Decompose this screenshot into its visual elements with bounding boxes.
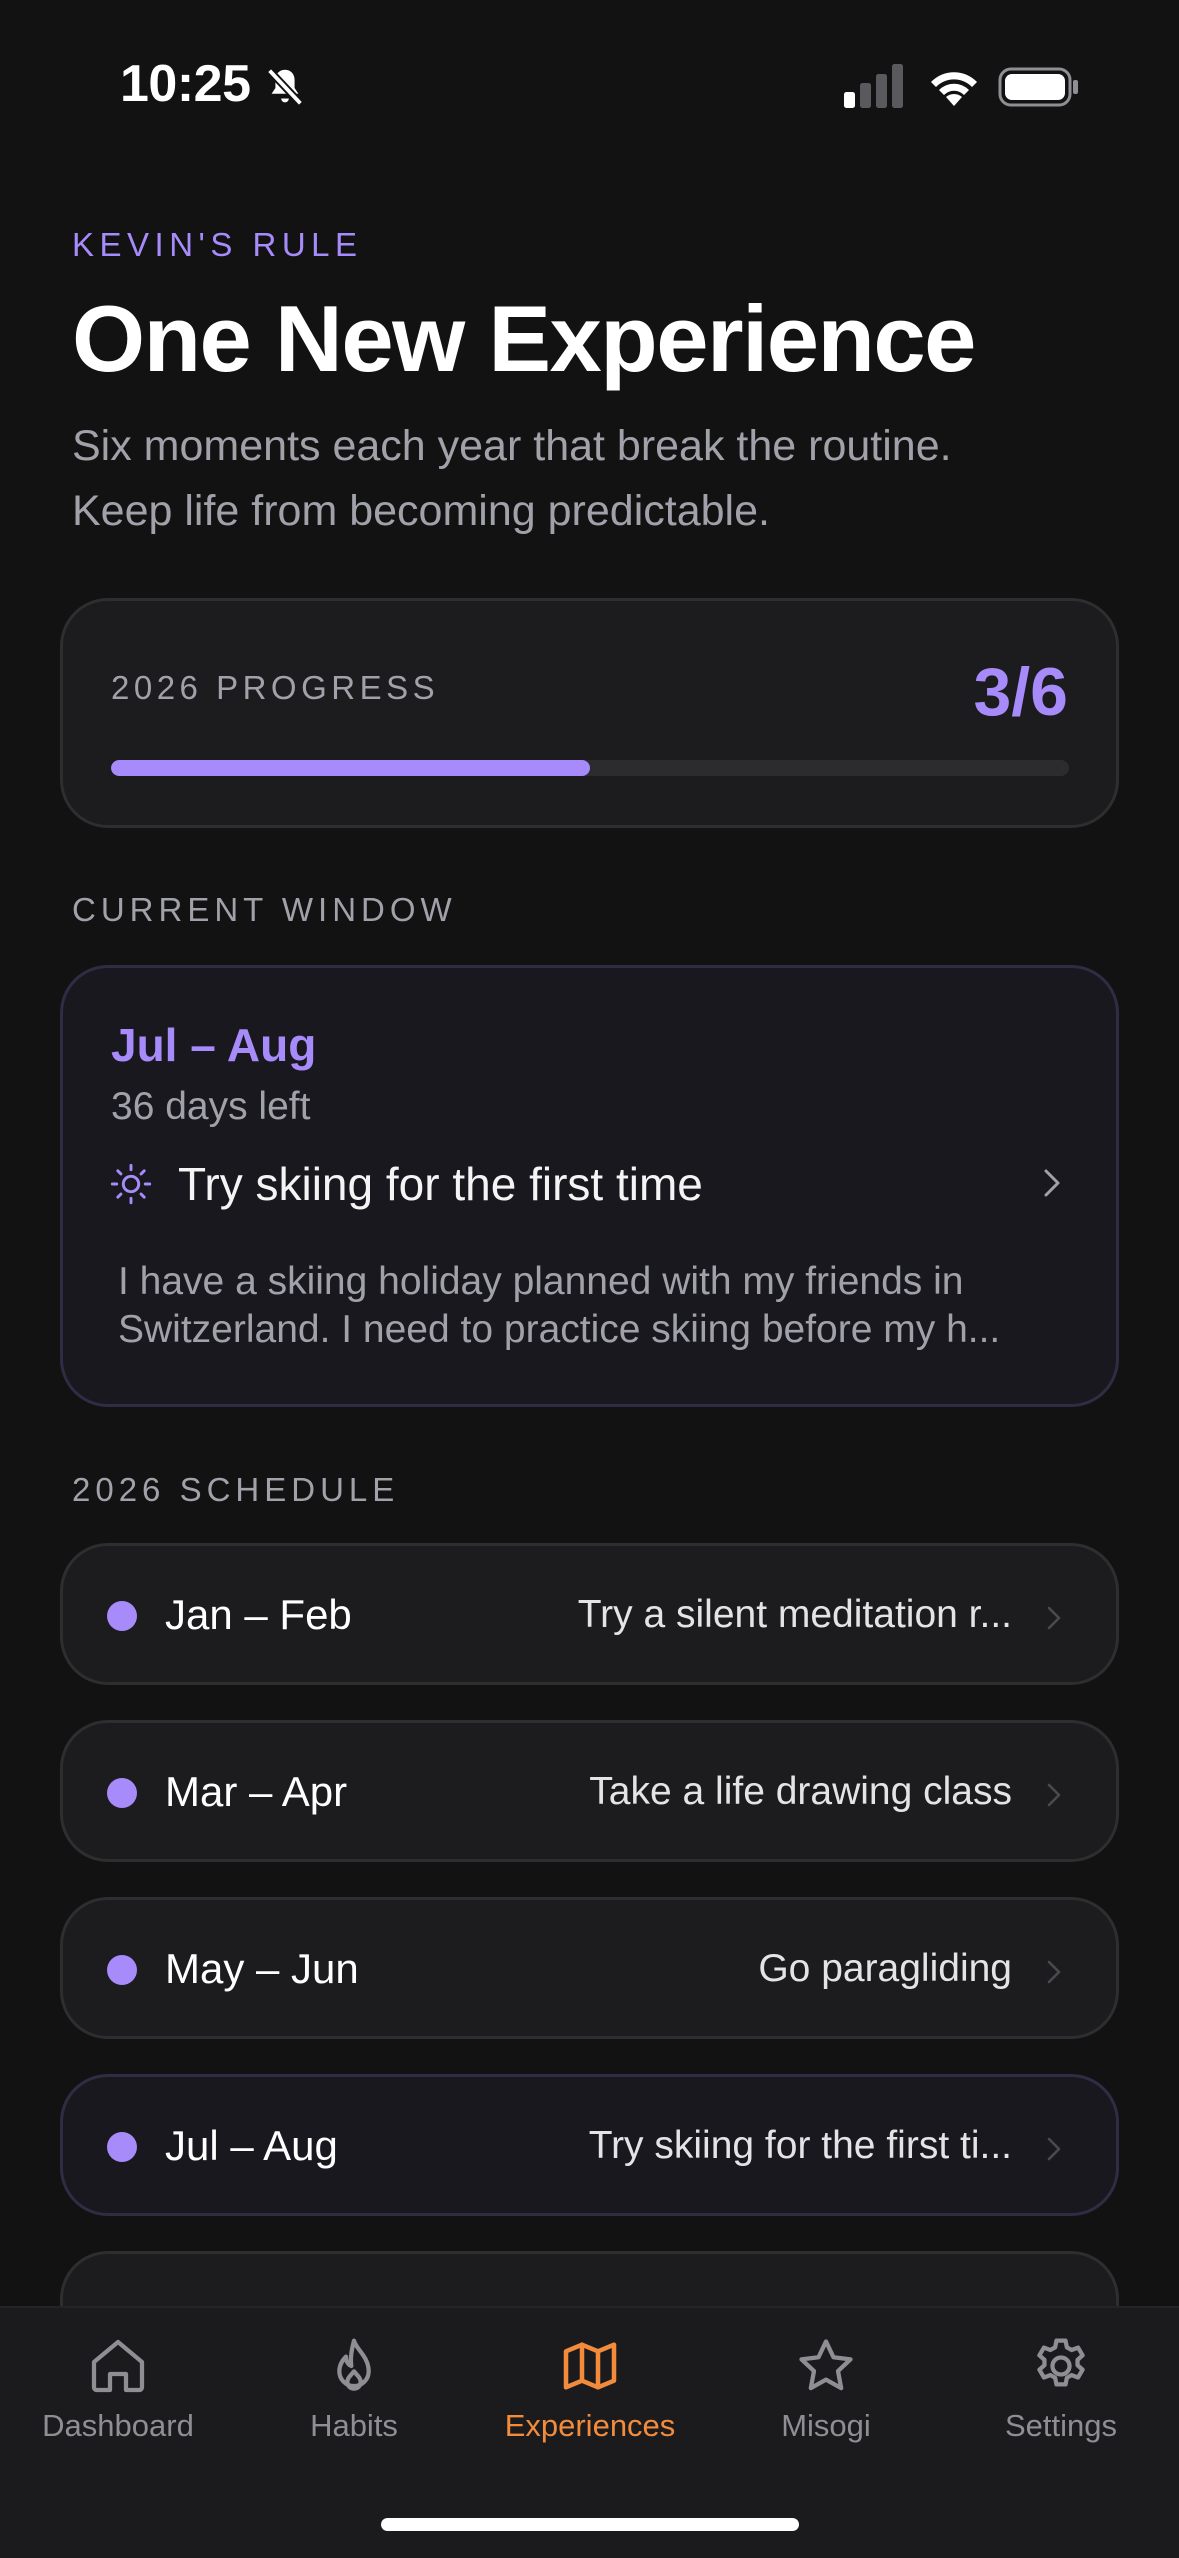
battery-icon xyxy=(998,67,1078,107)
tab-label: Habits xyxy=(310,2408,398,2443)
schedule-row-jan-feb[interactable]: Jan – Feb Try a silent meditation r... xyxy=(60,1543,1119,1685)
experience-note: I have a skiing holiday planned with my … xyxy=(118,1258,1066,1354)
status-time: 10:25 xyxy=(120,55,251,113)
schedule-row-jul-aug[interactable]: Jul – Aug Try skiing for the first ti... xyxy=(60,2074,1119,2216)
tab-label: Dashboard xyxy=(42,2408,194,2443)
flame-icon xyxy=(337,2338,371,2391)
current-window-card[interactable]: Jul – Aug 36 days left Try skiing for th… xyxy=(60,965,1119,1407)
schedule-range: Mar – Apr xyxy=(165,1768,348,1815)
schedule-range: Jul – Aug xyxy=(165,2122,338,2169)
tab-habits[interactable]: Habits xyxy=(236,2308,472,2478)
schedule-heading: 2026 SCHEDULE xyxy=(72,1471,400,1508)
schedule-goal: Try a silent meditation r... xyxy=(577,1593,1012,1636)
days-left: 36 days left xyxy=(111,1085,311,1128)
home-icon xyxy=(91,2339,145,2393)
progress-bar xyxy=(111,760,1069,776)
star-icon xyxy=(799,2339,853,2391)
tab-label: Settings xyxy=(1004,2408,1117,2443)
tab-label: Experiences xyxy=(504,2408,676,2443)
chevron-right-icon xyxy=(1047,1960,1061,1984)
tab-experiences[interactable]: Experiences xyxy=(472,2308,708,2478)
schedule-range: May – Jun xyxy=(165,1945,359,1992)
progress-count: 3/6 xyxy=(973,654,1068,730)
chevron-right-icon xyxy=(1044,1169,1060,1197)
status-dot xyxy=(107,1601,137,1631)
tab-label: Misogi xyxy=(781,2408,871,2443)
chevron-right-icon xyxy=(1047,1606,1061,1630)
gear-icon xyxy=(1037,2338,1085,2387)
tab-dashboard[interactable]: Dashboard xyxy=(0,2308,236,2478)
tab-settings[interactable]: Settings xyxy=(943,2308,1179,2478)
schedule-row-may-jun[interactable]: May – Jun Go paragliding xyxy=(60,1897,1119,2039)
home-indicator[interactable] xyxy=(381,2518,799,2531)
cellular-signal-icon xyxy=(844,64,903,108)
schedule-goal: Try skiing for the first ti... xyxy=(588,2124,1012,2167)
subtitle-line: Keep life from becoming predictable. xyxy=(72,487,770,535)
status-dot xyxy=(107,1955,137,1985)
bell-muted-icon xyxy=(266,68,304,106)
schedule-goal: Take a life drawing class xyxy=(589,1770,1012,1813)
schedule-row-mar-apr[interactable]: Mar – Apr Take a life drawing class xyxy=(60,1720,1119,1862)
status-dot xyxy=(107,1778,137,1808)
subtitle-line: Six moments each year that break the rou… xyxy=(72,422,952,470)
map-icon xyxy=(563,2342,617,2390)
sun-icon xyxy=(110,1163,152,1205)
chevron-right-icon xyxy=(1047,1783,1061,1807)
wifi-icon xyxy=(931,72,977,106)
progress-card: 2026 PROGRESS 3/6 xyxy=(60,598,1119,828)
schedule-goal: Go paragliding xyxy=(758,1947,1012,1990)
note-line: I have a skiing holiday planned with my … xyxy=(118,1260,964,1303)
rule-eyebrow: KEVIN'S RULE xyxy=(72,226,363,263)
note-line: Switzerland. I need to practice skiing b… xyxy=(118,1308,1001,1351)
progress-bar-fill xyxy=(111,760,590,776)
tab-misogi[interactable]: Misogi xyxy=(708,2308,944,2478)
page-title: One New Experience xyxy=(72,286,976,391)
current-window-range: Jul – Aug xyxy=(111,1019,317,1071)
current-window-heading: CURRENT WINDOW xyxy=(72,891,457,928)
progress-label: 2026 PROGRESS xyxy=(111,669,440,706)
page-subtitle: Six moments each year that break the rou… xyxy=(72,414,1132,544)
status-dot xyxy=(107,2132,137,2162)
schedule-range: Jan – Feb xyxy=(165,1591,352,1638)
current-experience-title: Try skiing for the first time xyxy=(178,1158,703,1210)
chevron-right-icon xyxy=(1047,2137,1061,2161)
